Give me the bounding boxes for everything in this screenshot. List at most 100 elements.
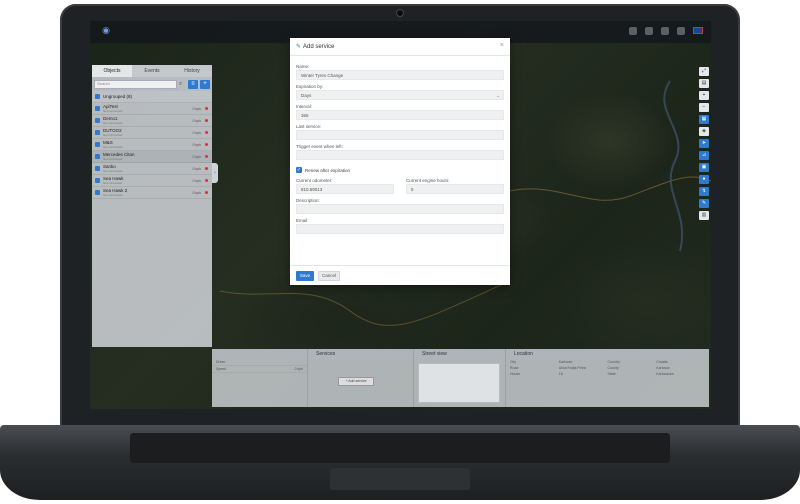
detail-row: Driver xyxy=(212,359,307,366)
trigger-label: Trigger event when left: xyxy=(296,144,343,149)
app-logo[interactable]: ◉ xyxy=(96,25,116,39)
fullscreen-icon[interactable]: ⤢ xyxy=(699,67,709,76)
zoom-out-icon[interactable]: − xyxy=(699,103,709,112)
object-speed: 0 kph xyxy=(192,130,201,135)
zoom-in-icon[interactable]: + xyxy=(699,91,709,100)
location-title: Location xyxy=(514,351,533,357)
location-panel: Location City Karlovac Country Croatia Road… xyxy=(506,349,709,407)
object-checkbox[interactable] xyxy=(95,154,100,159)
email-field[interactable] xyxy=(296,224,504,234)
offline-status-dot xyxy=(205,167,208,170)
name-label: Name: xyxy=(296,64,310,69)
last-service-field[interactable] xyxy=(296,130,504,140)
renew-label: Renew after expiration xyxy=(305,167,351,173)
search-input[interactable]: Search xyxy=(94,79,177,89)
renew-checkbox[interactable]: ✓ xyxy=(296,167,302,173)
settings-icon[interactable] xyxy=(645,27,653,35)
interval-field[interactable]: 365 xyxy=(296,110,504,120)
interval-label: Interval: xyxy=(296,104,313,109)
street-view-header: Street view xyxy=(414,349,505,359)
tab-objects[interactable]: Objects xyxy=(92,65,132,77)
last-service-label: Last service: xyxy=(296,124,322,129)
language-flag-icon[interactable] xyxy=(693,27,703,34)
renew-row: ✓ Renew after expiration xyxy=(296,166,504,174)
object-checkbox[interactable] xyxy=(95,106,100,111)
expiration-select[interactable]: Days ⌄ xyxy=(296,90,504,100)
object-checkbox[interactable] xyxy=(95,118,100,123)
route-icon[interactable]: ↯ xyxy=(699,187,709,196)
pin-icon[interactable]: ✎ xyxy=(699,199,709,208)
name-field[interactable]: Winter Tyres Change xyxy=(296,70,504,80)
street-view-image[interactable] xyxy=(418,363,500,403)
list-item[interactable]: M&S Not connected 0 kph xyxy=(92,139,212,151)
group-row[interactable]: Ungrouped (8) xyxy=(92,91,212,103)
print-icon[interactable]: ▣ xyxy=(699,163,709,172)
trackpad xyxy=(330,468,470,490)
panel-tabs: Objects Events History xyxy=(92,65,212,77)
group-checkbox[interactable] xyxy=(95,94,100,99)
offline-status-dot xyxy=(205,179,208,182)
close-icon[interactable]: × xyxy=(500,42,504,49)
collapse-panel-handle[interactable]: › xyxy=(212,163,218,183)
add-service-dialog: ✎ Add service × Name: Winter Tyres Chang… xyxy=(290,38,510,285)
email-label: Email: xyxy=(296,218,309,223)
object-speed: 0 kph xyxy=(192,166,201,171)
bell-icon[interactable] xyxy=(677,27,685,35)
object-status: Not connected xyxy=(103,157,123,161)
list-item[interactable]: Mercedes Citan Not connected 0 kph xyxy=(92,151,212,163)
list-item[interactable]: DUTOO2 Not connected 0 kph xyxy=(92,127,212,139)
offline-status-dot xyxy=(205,119,208,122)
add-service-button[interactable]: + Add service xyxy=(338,377,374,386)
offline-status-dot xyxy=(205,155,208,158)
tab-events[interactable]: Events xyxy=(132,65,172,77)
street-view-icon[interactable]: ◈ xyxy=(699,127,709,136)
navigation-icon[interactable]: ➤ xyxy=(699,139,709,148)
offline-status-dot xyxy=(205,191,208,194)
top-actions xyxy=(629,27,703,35)
search-icon[interactable]: ⌕ xyxy=(179,81,186,88)
description-label: Description: xyxy=(296,198,320,203)
object-status: Not connected xyxy=(103,109,123,113)
object-speed: 0 kph xyxy=(192,154,201,159)
object-speed: 0 kph xyxy=(192,118,201,123)
engine-hours-label: Current engine hours: xyxy=(406,178,450,183)
odometer-field[interactable]: 810.69013 xyxy=(296,184,394,194)
layers-icon[interactable]: ▤ xyxy=(699,79,709,88)
object-status: Not connected xyxy=(103,133,123,137)
object-checkbox[interactable] xyxy=(95,166,100,171)
services-header: Services xyxy=(308,349,413,359)
list-item[interactable]: Sea Hawk Not connected 0 kph xyxy=(92,175,212,187)
list-item[interactable]: Demo1 Not connected 0 kph xyxy=(92,115,212,127)
engine-hours-field[interactable]: 5 xyxy=(406,184,504,194)
dialog-footer: Save Cancel xyxy=(290,265,510,285)
list-item[interactable]: Sanko Not connected 0 kph xyxy=(92,163,212,175)
description-field[interactable] xyxy=(296,204,504,214)
cancel-button[interactable]: Cancel xyxy=(318,270,340,281)
tab-history[interactable]: History xyxy=(172,65,212,77)
measure-icon[interactable]: ⊿ xyxy=(699,151,709,160)
traffic-icon[interactable]: ▦ xyxy=(699,115,709,124)
object-status: Not connected xyxy=(103,121,123,125)
location-row: House 16 State Karlovacka xyxy=(510,372,674,376)
add-object-button[interactable]: + xyxy=(200,79,210,89)
object-checkbox[interactable] xyxy=(95,178,100,183)
trigger-field[interactable] xyxy=(296,150,504,160)
location-header: Location xyxy=(506,349,709,359)
list-item[interactable]: Sea Hawk 2 Not connected 0 kph xyxy=(92,187,212,199)
object-checkbox[interactable] xyxy=(95,142,100,147)
services-panel: Services + Add service xyxy=(308,349,414,407)
map-toolbar: ⤢ ▤ + − ▦ ◈ ➤ ⊿ ▣ ● ↯ ✎ ▥ xyxy=(699,67,709,220)
user-icon[interactable] xyxy=(661,27,669,35)
save-button[interactable]: Save xyxy=(296,270,314,281)
laptop-frame: ◉ Objects Events History Search ⌕ ≡ + Un… xyxy=(0,0,800,504)
list-item[interactable]: ApiTest Not connected 0 kph xyxy=(92,103,212,115)
tools-icon[interactable] xyxy=(629,27,637,35)
filter-button[interactable]: ≡ xyxy=(188,79,198,89)
marker-icon[interactable]: ● xyxy=(699,175,709,184)
object-checkbox[interactable] xyxy=(95,190,100,195)
object-checkbox[interactable] xyxy=(95,130,100,135)
trash-icon[interactable]: ▥ xyxy=(699,211,709,220)
offline-status-dot xyxy=(205,143,208,146)
object-speed: 0 kph xyxy=(192,142,201,147)
street-view-title: Street view xyxy=(422,351,447,357)
